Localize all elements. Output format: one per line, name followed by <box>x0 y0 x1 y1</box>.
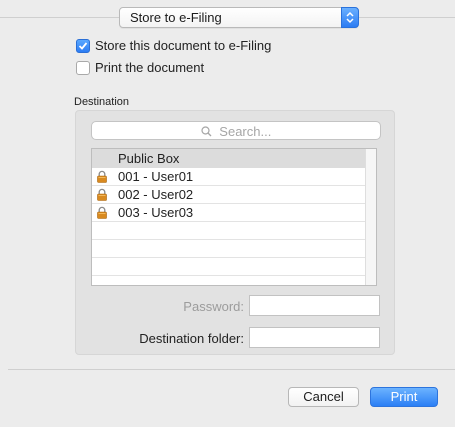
store-efiling-checkbox[interactable] <box>76 39 90 53</box>
chevron-updown-icon[interactable] <box>341 7 359 28</box>
list-item-public-box[interactable]: Public Box <box>92 149 366 168</box>
list-item[interactable]: 003 - User03 <box>92 204 366 222</box>
list-item-label: 002 - User02 <box>118 187 194 202</box>
mode-popup-button[interactable]: Store to e-Filing <box>119 7 359 28</box>
list-item-label: 001 - User01 <box>118 169 194 184</box>
list-scrollbar[interactable] <box>365 149 376 285</box>
empty-list-row <box>92 258 366 276</box>
destination-label: Destination <box>74 96 130 108</box>
empty-list-row <box>92 240 366 258</box>
footer-divider <box>8 369 455 370</box>
lock-icon <box>96 188 108 204</box>
password-label: Password: <box>183 299 244 314</box>
search-icon <box>201 124 220 139</box>
store-efiling-label[interactable]: Store this document to e-Filing <box>95 38 271 53</box>
destination-folder-field[interactable] <box>249 327 380 348</box>
password-field[interactable] <box>249 295 380 316</box>
top-divider-right <box>359 17 455 18</box>
search-placeholder: Search... <box>219 124 272 139</box>
top-divider-left <box>0 17 119 18</box>
empty-list-row <box>92 222 366 240</box>
list-item[interactable]: 001 - User01 <box>92 168 366 186</box>
mode-popup-label: Store to e-Filing <box>130 10 222 25</box>
search-input[interactable]: Search... <box>91 121 381 140</box>
list-header-label: Public Box <box>118 151 180 166</box>
list-item-label: 003 - User03 <box>118 205 194 220</box>
print-document-label[interactable]: Print the document <box>95 60 204 75</box>
cancel-button[interactable]: Cancel <box>288 387 359 407</box>
destination-folder-label: Destination folder: <box>139 331 244 346</box>
lock-icon <box>96 206 108 222</box>
print-document-checkbox[interactable] <box>76 61 90 75</box>
list-item[interactable]: 002 - User02 <box>92 186 366 204</box>
print-button[interactable]: Print <box>370 387 438 407</box>
destination-list[interactable]: Public Box 001 - User01 002 - User02 003… <box>91 148 377 286</box>
lock-icon <box>96 170 108 186</box>
empty-list-row <box>92 276 366 285</box>
